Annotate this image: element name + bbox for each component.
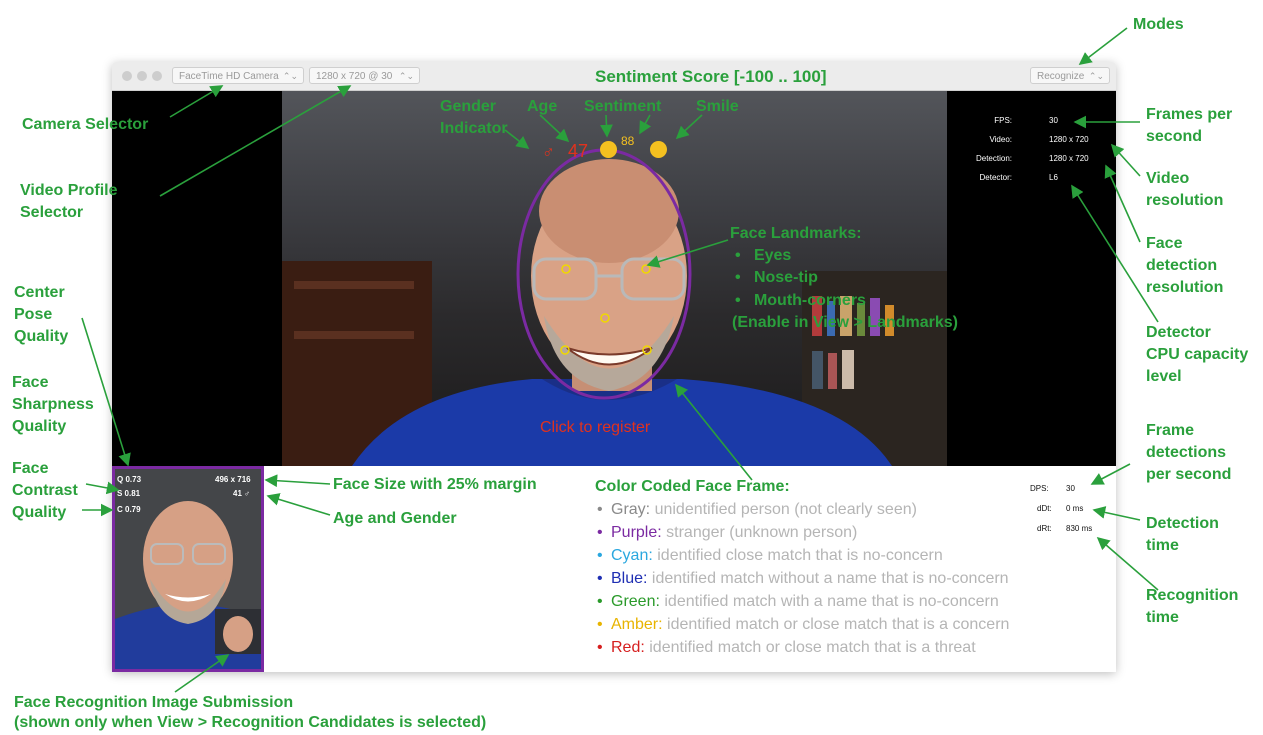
pose-quality: Q 0.73 <box>117 475 142 484</box>
legend-color-name: Amber: <box>611 616 663 633</box>
legend-bullet: • <box>597 616 603 633</box>
sentiment-score-title: Sentiment Score [-100 .. 100] <box>595 67 827 86</box>
video-view[interactable]: ♂ 47 88 Click to register FPS: 30 Video:… <box>112 91 1116 466</box>
annotation-detector-cpu: Detector CPU capacity level <box>1146 324 1249 385</box>
sentiment-emoji-icon <box>600 141 617 158</box>
annotation-landmarks-nose: • Nose-tip <box>735 269 818 286</box>
fps-label: FPS: <box>994 116 1012 125</box>
recognition-candidate-thumbnail[interactable]: Q 0.73 S 0.81 C 0.79 496 x 716 41 ♂ <box>112 466 264 672</box>
detector-value: L6 <box>1049 173 1058 182</box>
detection-label: Detection: <box>975 154 1012 163</box>
detector-label: Detector: <box>979 173 1012 182</box>
legend-item-gray: • Gray: unidentified person (not clearly … <box>597 500 917 520</box>
annotation-smile: Smile <box>696 98 739 115</box>
candidate-face-illustration <box>115 469 261 669</box>
annotation-detection-time: Detection time <box>1146 515 1219 554</box>
legend-description: identified close match that is no-concer… <box>657 547 943 564</box>
legend-color-name: Cyan: <box>611 547 653 564</box>
video-label: Video: <box>989 135 1012 144</box>
contrast-quality: C 0.79 <box>117 505 141 514</box>
annotation-recognition-time: Recognition time <box>1146 587 1239 626</box>
zoom-window-button[interactable] <box>152 71 162 81</box>
annotation-landmarks-title: Face Landmarks: <box>730 225 862 242</box>
face-size: 496 x 716 <box>215 475 251 484</box>
annotation-submission-note: (shown only when View > Recognition Cand… <box>14 714 487 731</box>
legend-bullet: • <box>597 501 603 518</box>
legend-bullet: • <box>597 524 603 541</box>
legend-description: identified match with a name that is no-… <box>664 593 999 610</box>
mode-select[interactable]: Recognize ⌃⌄ <box>1030 67 1110 84</box>
detection-value: 1280 x 720 <box>1049 154 1089 163</box>
legend-color-name: Green: <box>611 593 660 610</box>
legend-description: unidentified person (not clearly seen) <box>654 501 917 518</box>
legend-description: identified match or close match that is … <box>649 639 976 656</box>
updown-chevron-icon: ⌃⌄ <box>1088 71 1104 81</box>
sentiment-value: 88 <box>621 134 635 148</box>
annotation-contrast: Face Contrast Quality <box>12 460 78 521</box>
minimize-window-button[interactable] <box>137 71 147 81</box>
video-profile-select[interactable]: 1280 x 720 @ 30 ⌃⌄ <box>309 67 420 84</box>
annotation-video-resolution: Video resolution <box>1146 170 1224 209</box>
legend-description: identified match without a name that is … <box>651 570 1009 587</box>
annotation-face-detection-resolution: Face detection resolution <box>1146 235 1224 296</box>
annotation-face-size: Face Size with 25% margin <box>333 476 537 493</box>
annotation-age-gender: Age and Gender <box>333 510 457 527</box>
legend-description: stranger (unknown person) <box>666 524 858 541</box>
ddt-label: dDt: <box>1037 504 1052 513</box>
annotation-gender-indicator: Gender Indicator <box>440 98 508 137</box>
legend-color-name: Red: <box>611 639 645 656</box>
annotation-fps: Frames per second <box>1146 106 1233 145</box>
legend-item-blue: • Blue: identified match without a name t… <box>597 569 1009 589</box>
dps-label: DPS: <box>1030 484 1049 493</box>
updown-chevron-icon: ⌃⌄ <box>398 71 414 81</box>
legend-bullet: • <box>597 593 603 610</box>
legend-bullet: • <box>597 547 603 564</box>
annotation-age: Age <box>527 98 558 115</box>
updown-chevron-icon: ⌃⌄ <box>282 71 298 81</box>
annotation-modes: Modes <box>1133 16 1184 33</box>
drt-value: 830 ms <box>1066 524 1093 533</box>
sharpness-quality: S 0.81 <box>117 489 141 498</box>
legend-description: identified match or close match that is … <box>667 616 1010 633</box>
annotation-camera-selector: Camera Selector <box>22 116 149 133</box>
legend-color-name: Purple: <box>611 524 662 541</box>
age-indicator: 47 <box>568 141 589 161</box>
legend-item-purple: • Purple: stranger (unknown person) <box>597 523 857 543</box>
legend-bullet: • <box>597 639 603 656</box>
annotation-landmarks-enable: (Enable in View > Landmarks) <box>732 314 958 331</box>
video-value: 1280 x 720 <box>1049 135 1089 144</box>
legend-title: Color Coded Face Frame: <box>595 478 790 495</box>
close-window-button[interactable] <box>122 71 132 81</box>
legend-bullet: • <box>597 570 603 587</box>
dps-value: 30 <box>1066 484 1075 493</box>
legend-item-cyan: • Cyan: identified close match that is no… <box>597 546 943 566</box>
smile-emoji-icon <box>650 141 667 158</box>
legend-item-red: • Red: identified match or close match th… <box>597 638 976 658</box>
gender-indicator: ♂ <box>542 143 555 162</box>
age-gender: 41 ♂ <box>233 489 251 498</box>
annotation-sharpness: Face Sharpness Quality <box>12 374 94 435</box>
annotation-video-profile: Video Profile Selector <box>20 182 118 221</box>
legend-item-amber: • Amber: identified match or close match … <box>597 615 1009 635</box>
click-to-register-label[interactable]: Click to register <box>540 419 650 437</box>
annotation-landmarks-eyes: • Eyes <box>735 247 792 264</box>
annotation-frame-detections: Frame detections per second <box>1146 422 1232 483</box>
annotation-submission-title: Face Recognition Image Submission <box>14 694 294 711</box>
annotation-landmarks-mouth: • Mouth-corners <box>735 292 866 309</box>
annotation-center-pose: Center Pose Quality <box>14 284 69 345</box>
fps-value: 30 <box>1049 116 1058 125</box>
ddt-value: 0 ms <box>1066 504 1084 513</box>
video-profile-value: 1280 x 720 @ 30 <box>316 71 393 82</box>
camera-select[interactable]: FaceTime HD Camera ⌃⌄ <box>172 67 304 84</box>
app-window: FaceTime HD Camera ⌃⌄ 1280 x 720 @ 30 ⌃⌄… <box>112 62 1116 672</box>
mode-select-value: Recognize <box>1037 71 1085 82</box>
camera-select-value: FaceTime HD Camera <box>179 71 279 82</box>
annotation-sentiment: Sentiment <box>584 98 662 115</box>
legend-color-name: Blue: <box>611 570 648 587</box>
legend-color-name: Gray: <box>611 501 651 518</box>
drt-label: dRt: <box>1037 524 1052 533</box>
bottom-panel: Q 0.73 S 0.81 C 0.79 496 x 716 41 ♂ Colo… <box>112 466 1116 672</box>
legend-item-green: • Green: identified match with a name tha… <box>597 592 999 612</box>
